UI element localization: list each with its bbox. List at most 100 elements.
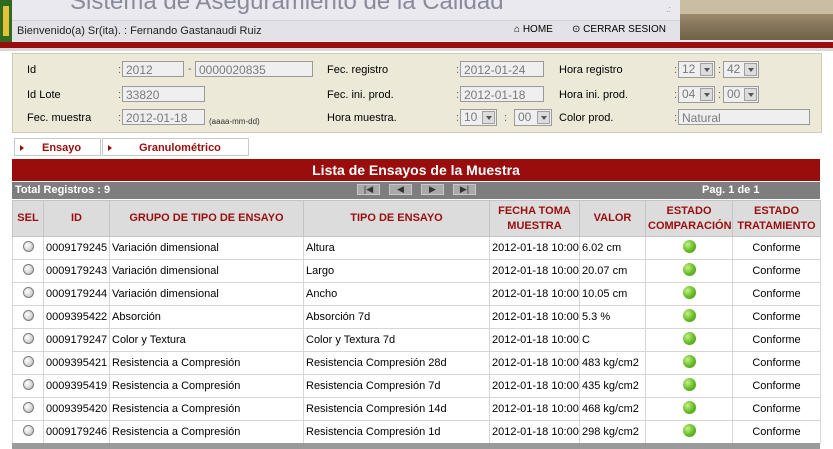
cell-estado-tratamiento: Conforme: [732, 259, 821, 283]
radio-button[interactable]: [22, 310, 34, 321]
table-row[interactable]: 0009179243 Variación dimensional Largo 2012…: [12, 259, 821, 283]
cell-id: 0009179247: [43, 328, 110, 352]
cell-valor: 468 kg/cm2: [579, 397, 646, 421]
list-title: Lista de Ensayos de la Muestra: [12, 159, 820, 181]
radio-button[interactable]: [22, 241, 34, 252]
cell-tipo: Ancho: [303, 282, 490, 306]
chevron-down-icon[interactable]: [700, 88, 713, 101]
tests-table: SEL ID GRUPO DE TIPO DE ENSAYO TIPO DE E…: [12, 200, 821, 444]
cell-estado-comparacion: [645, 420, 733, 444]
radio-button[interactable]: [22, 379, 34, 390]
select-value: 00: [727, 87, 741, 101]
colon: :: [674, 89, 678, 101]
cell-valor: 6.02 cm: [579, 236, 646, 260]
cell-fecha: 2012-01-18 10:00: [489, 305, 580, 329]
hora-muestra-hour-select[interactable]: 10: [460, 109, 497, 126]
id-number-field[interactable]: 0000020835: [195, 61, 313, 77]
row-select-radio: [12, 374, 44, 398]
last-page-button[interactable]: ▶|: [453, 184, 476, 195]
colon: :: [118, 89, 122, 101]
fec-registro-label: Fec. registro: [327, 64, 389, 76]
hora-muestra-label: Hora muestra.: [327, 112, 397, 124]
tab-ensayo[interactable]: Ensayo: [14, 138, 101, 156]
radio-button[interactable]: [22, 287, 34, 298]
select-value: 10: [464, 110, 478, 124]
radio-button[interactable]: [22, 333, 34, 344]
cell-grupo: Variación dimensional: [109, 282, 304, 306]
hora-ini-prod-hour-select[interactable]: 04: [678, 86, 715, 103]
cell-estado-comparacion: [645, 259, 733, 283]
cell-tipo: Largo: [303, 259, 490, 283]
cell-estado-comparacion: [645, 305, 733, 329]
row-select-radio: [12, 259, 44, 283]
fec-muestra-label: Fec. muestra: [27, 112, 92, 124]
prev-page-button[interactable]: ◀: [389, 184, 412, 195]
row-select-radio: [12, 351, 44, 375]
color-prod-field[interactable]: Natural: [678, 109, 810, 125]
color-prod-label: Color prod.: [559, 112, 614, 124]
cell-valor: 20.07 cm: [579, 259, 646, 283]
id-year-field[interactable]: 2012: [122, 61, 184, 77]
table-row[interactable]: 0009179245 Variación dimensional Altura 201…: [12, 236, 821, 260]
tab-granulometrico[interactable]: Granulométrico: [102, 138, 249, 156]
table-row[interactable]: 0009395422 Absorción Absorción 7d 2012-01-1…: [12, 305, 821, 329]
home-label: HOME: [522, 24, 553, 35]
home-link[interactable]: ⌂ HOME: [514, 24, 553, 35]
cell-estado-tratamiento: Conforme: [732, 282, 821, 306]
radio-button[interactable]: [22, 356, 34, 367]
radio-button[interactable]: [22, 425, 34, 436]
first-page-button[interactable]: |◀: [357, 184, 380, 195]
id-lote-field[interactable]: 33820: [122, 86, 205, 102]
id-label: Id: [27, 64, 37, 76]
logo-strip: [0, 0, 12, 42]
select-value: 00: [518, 110, 532, 124]
colon: :: [456, 112, 460, 124]
column-header-estado-tratamiento: ESTADO TRATAMIENTO: [732, 200, 821, 237]
row-select-radio: [12, 328, 44, 352]
cell-grupo: Absorción: [109, 305, 304, 329]
logout-link[interactable]: ⊙ CERRAR SESION: [572, 24, 666, 35]
table-row[interactable]: 0009395420 Resistencia a Compresión Resist…: [12, 397, 821, 421]
cell-id: 0009179243: [43, 259, 110, 283]
chevron-down-icon[interactable]: [744, 63, 757, 76]
chevron-down-icon[interactable]: [482, 111, 495, 124]
cell-grupo: Resistencia a Compresión: [109, 420, 304, 444]
hora-registro-hour-select[interactable]: 12: [678, 61, 715, 78]
page-indicator: Pag. 1 de 1: [702, 184, 760, 196]
column-header-tipo: TIPO DE ENSAYO: [303, 200, 490, 237]
cell-fecha: 2012-01-18 10:00: [489, 259, 580, 283]
radio-button[interactable]: [22, 264, 34, 275]
fec-registro-field[interactable]: 2012-01-24: [460, 61, 544, 77]
select-value: 12: [682, 62, 696, 76]
column-header-grupo: GRUPO DE TIPO DE ENSAYO: [109, 200, 304, 237]
hora-ini-prod-minute-select[interactable]: 00: [723, 86, 759, 103]
status-ok-icon: [682, 401, 696, 414]
hora-muestra-minute-select[interactable]: 00: [514, 109, 552, 126]
total-records: Total Registros : 9: [15, 184, 111, 196]
cell-id: 0009395420: [43, 397, 110, 421]
cell-fecha: 2012-01-18 10:00: [489, 420, 580, 444]
chevron-down-icon[interactable]: [700, 63, 713, 76]
chevron-down-icon[interactable]: [744, 88, 757, 101]
radio-button[interactable]: [22, 402, 34, 413]
colon: :: [456, 89, 460, 101]
next-page-button[interactable]: ▶: [421, 184, 444, 195]
column-header-fecha: FECHA TOMA MUESTRA: [489, 200, 580, 237]
pager-bar-bottom: [12, 443, 820, 449]
cell-id: 0009179245: [43, 236, 110, 260]
app-title: Sistema de Aseguramiento de la Calidad: [70, 0, 504, 15]
table-row[interactable]: 0009179247 Color y Textura Color y Textura…: [12, 328, 821, 352]
table-row[interactable]: 0009179246 Resistencia a Compresión Resist…: [12, 420, 821, 444]
fec-ini-prod-field[interactable]: 2012-01-18: [460, 86, 544, 102]
chevron-down-icon[interactable]: [537, 111, 550, 124]
table-row[interactable]: 0009395421 Resistencia a Compresión Resist…: [12, 351, 821, 375]
table-row[interactable]: 0009179244 Variación dimensional Ancho 2012…: [12, 282, 821, 306]
colon: :: [718, 89, 722, 101]
fec-muestra-field[interactable]: 2012-01-18: [122, 109, 205, 125]
power-icon: ⊙: [572, 24, 581, 35]
colon: :: [118, 64, 122, 76]
table-row[interactable]: 0009395419 Resistencia a Compresión Resist…: [12, 374, 821, 398]
hora-registro-minute-select[interactable]: 42: [723, 61, 759, 78]
header-photo: [680, 0, 833, 40]
cell-fecha: 2012-01-18 10:00: [489, 374, 580, 398]
